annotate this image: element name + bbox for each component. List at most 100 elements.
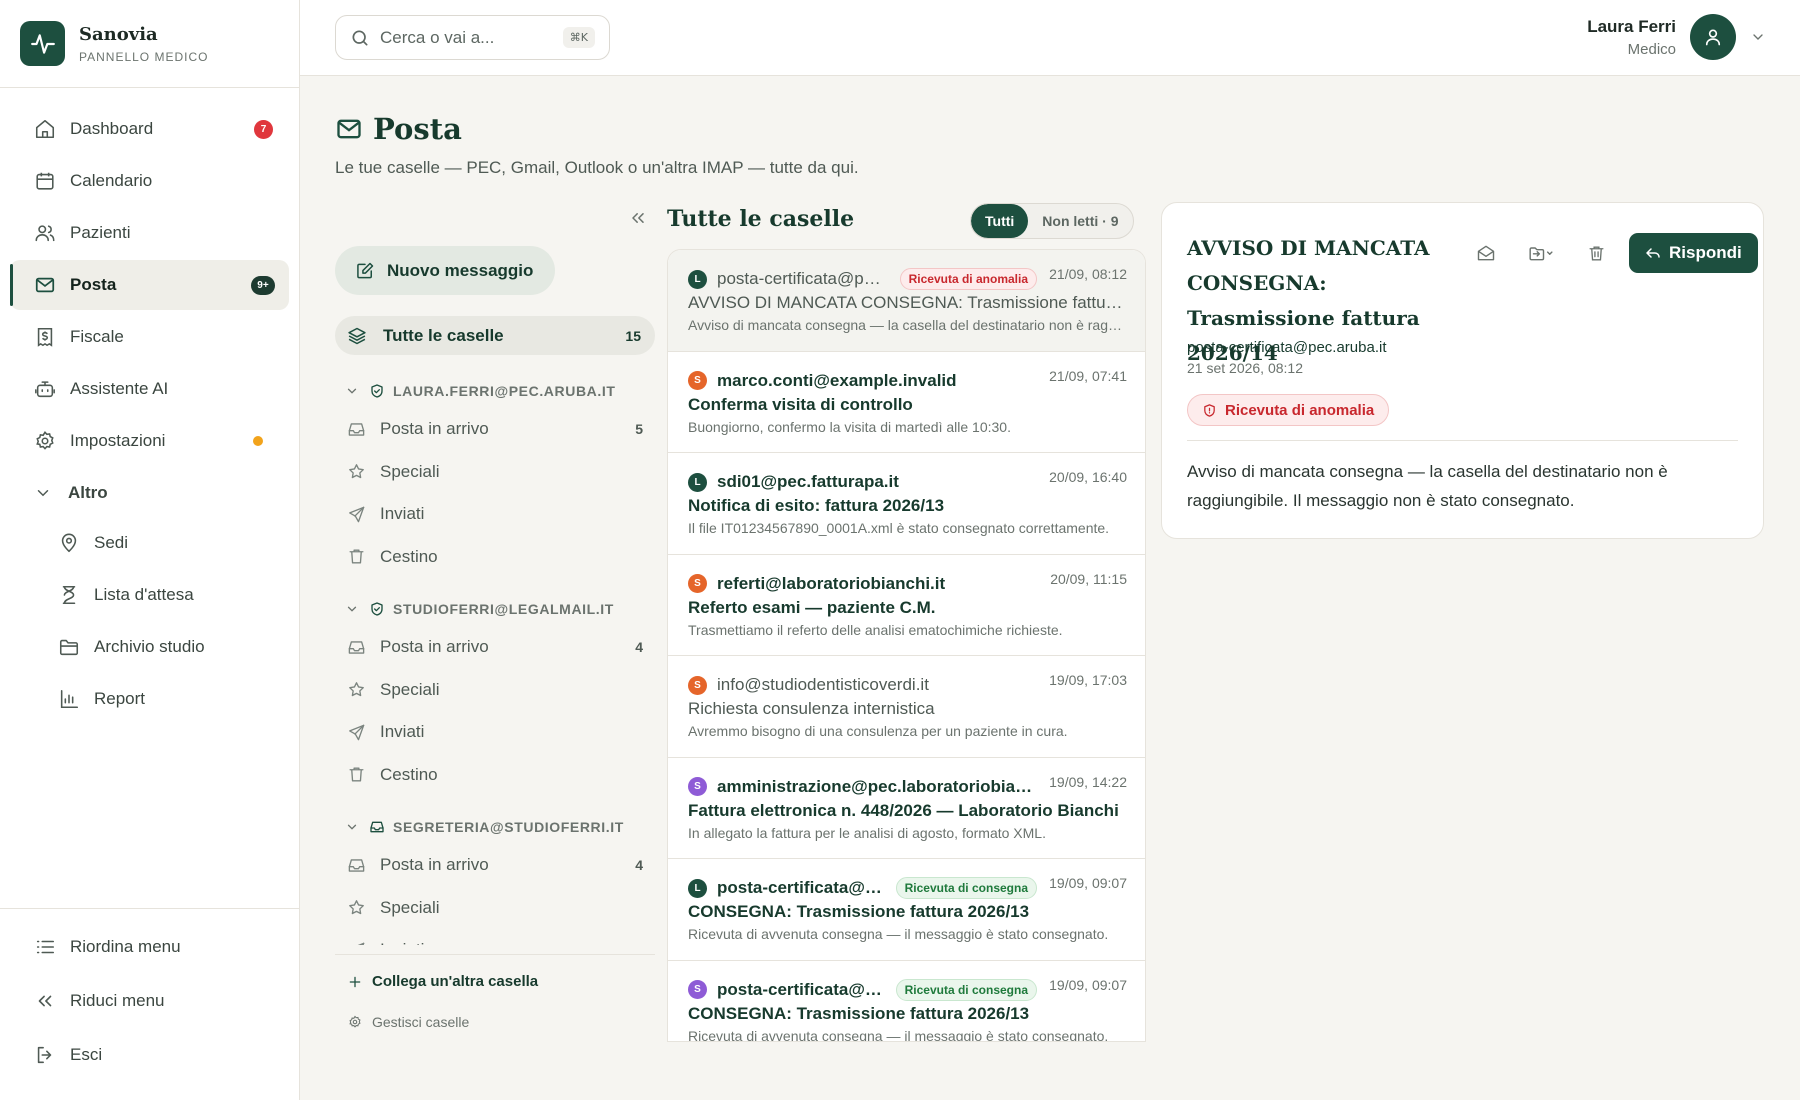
message-list: Lposta-certificata@pec.aruba.it Ricevuta …: [667, 249, 1146, 1042]
nav-item-calendario[interactable]: Calendario: [10, 156, 289, 206]
message-row[interactable]: Sreferti@laboratoriobianchi.it 20/09, 11:…: [668, 555, 1145, 656]
message-row[interactable]: Smarco.conti@example.invalid 21/09, 07:41…: [668, 352, 1145, 453]
avatar[interactable]: [1690, 14, 1736, 60]
mark-unread-button[interactable]: [1467, 234, 1505, 272]
nav-item-posta[interactable]: Posta 9+: [10, 260, 289, 310]
reply-button[interactable]: Rispondi: [1629, 233, 1758, 273]
message-time: 20/09, 11:15: [1050, 570, 1127, 587]
filter-unread-button[interactable]: Non letti · 9: [1028, 204, 1132, 238]
compose-button[interactable]: Nuovo messaggio: [335, 246, 555, 295]
message-subject: CONSEGNA: Trasmissione fattura 2026/13: [688, 1003, 1030, 1023]
folder-item[interactable]: Cestino: [335, 536, 655, 579]
folder-item[interactable]: Speciali: [335, 669, 655, 712]
folder-item[interactable]: Cestino: [335, 754, 655, 797]
nav-group-label: Altro: [68, 483, 108, 502]
message-row[interactable]: Lsdi01@pec.fatturapa.it 20/09, 16:40 Notif…: [668, 453, 1145, 555]
sender-avatar: S: [688, 980, 707, 999]
nav-group-altro[interactable]: Altro: [10, 468, 289, 518]
account-header[interactable]: STUDIOFERRI@LEGALMAIL.IT: [335, 592, 655, 626]
logout-button[interactable]: Esci: [10, 1029, 289, 1081]
account-header[interactable]: SEGRETERIA@STUDIOFERRI.IT: [335, 810, 655, 844]
folder-item[interactable]: Posta in arrivo 5: [335, 408, 655, 451]
message-date: 21 set 2026, 08:12: [1187, 360, 1303, 376]
nav-item-archivio-studio[interactable]: Archivio studio: [10, 622, 289, 672]
message-row[interactable]: Lposta-certificata@pec.aruba.it Ricevuta …: [668, 859, 1145, 961]
gear-icon: [36, 431, 54, 450]
add-mailbox-link[interactable]: Collega un'altra casella: [348, 973, 538, 990]
send-icon: [357, 942, 365, 945]
nav-item-sedi[interactable]: Sedi: [10, 518, 289, 568]
user-menu[interactable]: Laura Ferri Medico: [1587, 14, 1766, 60]
bot-icon: [35, 381, 55, 398]
folder-count: 4: [635, 639, 643, 656]
message-time: 19/09, 14:22: [1049, 773, 1127, 790]
collapse-menu-button[interactable]: Riduci menu: [10, 975, 289, 1027]
folder-item[interactable]: Inviati: [335, 493, 655, 536]
account-header[interactable]: LAURA.FERRI@PEC.ARUBA.IT: [335, 374, 655, 408]
message-subject: Notifica di esito: fattura 2026/13: [688, 496, 945, 515]
folder-label: Inviati: [380, 504, 425, 524]
message-row[interactable]: Samministrazione@pec.laboratoriobianchi.…: [668, 758, 1145, 859]
nav-label: Riduci menu: [70, 991, 165, 1010]
folder-item[interactable]: Posta in arrivo 4: [335, 844, 655, 887]
star-icon: [349, 682, 364, 697]
chevron-down-icon[interactable]: [1750, 29, 1766, 45]
folder-item[interactable]: Inviati: [335, 711, 655, 754]
message-subject: Richiesta consulenza internistica: [688, 699, 935, 718]
filter-toggle: Tutti Non letti · 9: [970, 203, 1134, 239]
star-icon: [349, 464, 364, 479]
message-time: 20/09, 16:40: [1049, 469, 1127, 485]
folder-item[interactable]: Speciali: [335, 451, 655, 494]
nav-item-lista-attesa[interactable]: Lista d'attesa: [10, 570, 289, 620]
search-input[interactable]: Cerca o vai a... ⌘K: [335, 15, 610, 60]
folder-item[interactable]: Posta in arrivo 4: [335, 626, 655, 669]
folder-item[interactable]: Speciali: [335, 887, 655, 930]
message-body: Avviso di mancata consegna — la casella …: [1187, 462, 1668, 510]
message-row[interactable]: Sposta-certificata@legalmail.it Ricevuta …: [668, 961, 1145, 1041]
message-reader: AVVISO DI MANCATA CONSEGNA: Trasmissione…: [1161, 202, 1764, 539]
folder-label: Cestino: [380, 546, 438, 566]
logout-icon: [37, 1046, 52, 1064]
nav-label: Posta: [70, 275, 117, 294]
reorder-menu-button[interactable]: Riordina menu: [10, 921, 289, 973]
message-sender: info@studiodentisticoverdi.it: [717, 675, 929, 694]
delete-button[interactable]: [1577, 234, 1615, 272]
nav-item-pazienti[interactable]: Pazienti: [10, 208, 289, 258]
nav-item-impostazioni[interactable]: Impostazioni: [10, 416, 289, 466]
sender-avatar: S: [688, 777, 707, 796]
nav-item-assistente-ai[interactable]: Assistente AI: [10, 364, 289, 414]
folder-item[interactable]: Inviati: [335, 929, 655, 945]
message-row[interactable]: Lposta-certificata@pec.aruba.it Ricevuta …: [668, 250, 1145, 352]
all-mailboxes-label: Tutte le caselle: [383, 325, 504, 345]
all-mailboxes-item[interactable]: Tutte le caselle 15: [335, 316, 655, 355]
compose-label: Nuovo messaggio: [387, 260, 534, 280]
hourglass-icon: [62, 585, 76, 605]
message-sender: posta-certificata@legalmail.it: [717, 979, 886, 999]
message-preview: Buongiorno, confermo la visita di marted…: [688, 418, 1011, 435]
folder-label: Inviati: [380, 722, 425, 742]
filter-all-button[interactable]: Tutti: [971, 204, 1029, 238]
gear-icon: [349, 1015, 361, 1028]
mailbox-tree: LAURA.FERRI@PEC.ARUBA.IT Posta in arrivo 5…: [335, 370, 655, 945]
brand[interactable]: Sanovia PANNELLO MEDICO: [0, 0, 299, 88]
folder-label: Posta in arrivo: [380, 419, 489, 439]
user-icon: [1705, 29, 1721, 46]
message-row[interactable]: Sinfo@studiodentisticoverdi.it 19/09, 17:…: [668, 656, 1145, 758]
bar-chart-icon: [60, 689, 79, 709]
inbox-icon: [348, 859, 365, 872]
nav-item-dashboard[interactable]: Dashboard 7: [10, 104, 289, 154]
message-sender: amministrazione@pec.laboratoriobianchi.i…: [717, 776, 1037, 796]
message-sender: referti@laboratoriobianchi.it: [717, 573, 946, 593]
nav-item-report[interactable]: Report: [10, 674, 289, 724]
message-preview: Ricevuta di avvenuta consegna — il messa…: [688, 926, 1109, 942]
star-icon: [349, 900, 364, 915]
nav-label: Sedi: [94, 533, 129, 552]
manage-mailboxes-link[interactable]: Gestisci caselle: [348, 1014, 469, 1030]
reply-arrow-icon: [1646, 248, 1660, 258]
nav-item-fiscale[interactable]: Fiscale: [10, 312, 289, 362]
collapse-mailboxes-icon[interactable]: [628, 208, 648, 228]
account-name: STUDIOFERRI@LEGALMAIL.IT: [393, 601, 614, 617]
move-to-button[interactable]: [1517, 234, 1565, 272]
mail-icon: [337, 119, 361, 139]
